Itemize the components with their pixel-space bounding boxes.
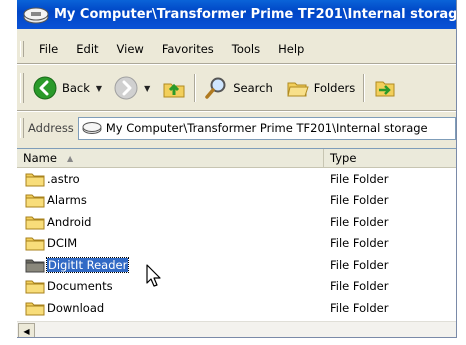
toolbar-divider xyxy=(17,110,456,112)
menu-divider xyxy=(17,63,456,65)
column-type-header[interactable]: Type xyxy=(324,149,456,167)
folders-label: Folders xyxy=(313,81,356,95)
list-item[interactable]: Android File Folder xyxy=(17,211,456,233)
folder-icon xyxy=(25,194,45,208)
file-list: Name ▲ Type .astro File Folder Alarms Fi… xyxy=(17,148,456,337)
back-label: Back xyxy=(62,81,90,95)
list-item[interactable]: .astro File Folder xyxy=(17,168,456,190)
address-label: Address xyxy=(28,121,74,135)
folder-icon xyxy=(25,302,45,316)
folders-icon xyxy=(287,82,309,97)
toolbar-separator xyxy=(194,74,197,102)
title-bar[interactable]: My Computer\Transformer Prime TF201\Inte… xyxy=(17,0,456,29)
file-type: File Folder xyxy=(330,171,389,186)
drive-small-icon xyxy=(82,122,102,134)
list-header: Name ▲ Type xyxy=(17,149,456,168)
file-rows: .astro File Folder Alarms File Folder An… xyxy=(17,168,456,319)
file-type: File Folder xyxy=(330,236,389,251)
menu-grip[interactable] xyxy=(20,41,24,57)
file-name: Android xyxy=(47,214,92,229)
folder-icon xyxy=(25,237,45,251)
window-title: My Computer\Transformer Prime TF201\Inte… xyxy=(54,7,456,22)
horizontal-scrollbar[interactable]: ◀ xyxy=(17,321,456,337)
file-type: File Folder xyxy=(330,193,389,208)
toolbar-separator-2 xyxy=(363,74,366,102)
menu-file[interactable]: File xyxy=(30,42,67,56)
menu-favorites[interactable]: Favorites xyxy=(153,42,223,56)
column-name-header[interactable]: Name ▲ xyxy=(17,149,324,167)
file-name: Download xyxy=(47,300,105,315)
move-to-icon xyxy=(375,81,395,97)
menu-view[interactable]: View xyxy=(108,42,153,56)
list-item[interactable]: Download File Folder xyxy=(17,297,456,319)
file-type: File Folder xyxy=(330,214,389,229)
file-name: Alarms xyxy=(47,193,87,208)
address-input[interactable]: My Computer\Transformer Prime TF201\Inte… xyxy=(77,116,456,140)
menu-tools[interactable]: Tools xyxy=(223,42,269,56)
file-name: Documents xyxy=(47,279,113,294)
back-button[interactable]: Back ▼ xyxy=(30,76,105,100)
file-type: File Folder xyxy=(330,279,389,294)
column-type-label: Type xyxy=(330,151,357,165)
list-item[interactable]: DCIM File Folder xyxy=(17,233,456,255)
mouse-pointer-icon xyxy=(146,264,161,287)
standard-toolbar: Back ▼ ▼ Search Folders xyxy=(17,68,456,108)
forward-arrow-icon xyxy=(114,76,138,100)
address-bar: Address My Computer\Transformer Prime TF… xyxy=(17,114,456,142)
move-to-button[interactable] xyxy=(370,76,400,100)
menu-bar: File Edit View Favorites Tools Help xyxy=(17,38,456,60)
file-name: DigitIt Reader xyxy=(45,256,130,273)
sort-ascending-icon: ▲ xyxy=(66,153,74,163)
search-label: Search xyxy=(233,81,273,95)
toolbar-grip[interactable] xyxy=(20,73,24,103)
search-icon xyxy=(205,77,226,99)
list-item[interactable]: Alarms File Folder xyxy=(17,190,456,212)
address-value: My Computer\Transformer Prime TF201\Inte… xyxy=(105,121,428,135)
file-name: DCIM xyxy=(47,236,78,251)
scroll-left-button[interactable]: ◀ xyxy=(18,323,35,337)
folder-icon xyxy=(25,259,45,273)
menu-help[interactable]: Help xyxy=(269,42,313,56)
file-name: .astro xyxy=(47,171,80,186)
forward-dropdown-icon[interactable]: ▼ xyxy=(144,84,150,93)
folder-icon xyxy=(25,216,45,230)
folders-button[interactable]: Folders xyxy=(282,76,359,100)
file-type: File Folder xyxy=(330,257,389,272)
back-arrow-icon xyxy=(33,76,57,100)
menu-edit[interactable]: Edit xyxy=(67,42,107,56)
forward-button[interactable]: ▼ xyxy=(111,76,153,100)
list-item-selected[interactable]: DigitIt Reader File Folder xyxy=(17,254,456,276)
explorer-window: My Computer\Transformer Prime TF201\Inte… xyxy=(17,0,457,338)
file-type: File Folder xyxy=(330,300,389,315)
up-folder-button[interactable] xyxy=(159,76,189,100)
up-folder-icon xyxy=(163,83,185,98)
drive-icon xyxy=(23,7,49,23)
back-dropdown-icon[interactable]: ▼ xyxy=(96,84,102,93)
folder-icon xyxy=(25,173,45,187)
search-button[interactable]: Search xyxy=(201,76,276,100)
address-grip[interactable] xyxy=(20,118,24,138)
folder-icon xyxy=(25,280,45,294)
list-item[interactable]: Documents File Folder xyxy=(17,276,456,298)
column-name-label: Name xyxy=(23,151,57,165)
